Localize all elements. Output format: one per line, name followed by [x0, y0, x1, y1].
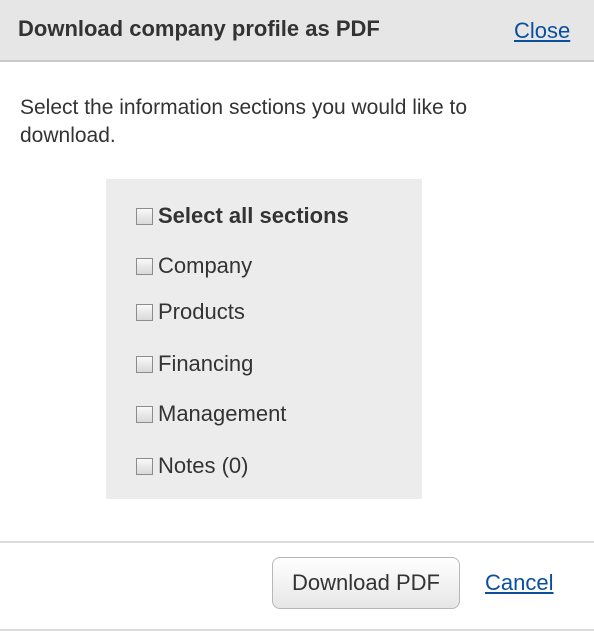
- bottom-divider: [0, 629, 594, 631]
- company-section-option[interactable]: Company: [136, 253, 252, 279]
- products-section-option[interactable]: Products: [136, 299, 245, 325]
- dialog-header: Download company profile as PDF Close: [0, 0, 594, 62]
- financing-section-option[interactable]: Financing: [136, 351, 253, 377]
- financing-section-label: Financing: [158, 351, 254, 376]
- cancel-link[interactable]: Cancel: [485, 570, 553, 596]
- management-section-option[interactable]: Management: [136, 401, 286, 427]
- checkbox-icon[interactable]: [136, 405, 153, 423]
- select-all-sections-label: Select all sections: [158, 203, 349, 228]
- section-selection-panel: Select all sections Company Products Fin…: [106, 179, 422, 499]
- management-section-label: Management: [158, 401, 287, 426]
- instruction-text: Select the information sections you woul…: [20, 96, 468, 147]
- products-section-label: Products: [158, 299, 245, 324]
- close-link[interactable]: Close: [514, 18, 570, 44]
- notes-section-label: Notes (0): [158, 453, 249, 478]
- select-all-sections-option[interactable]: Select all sections: [136, 203, 349, 229]
- checkbox-icon[interactable]: [136, 207, 153, 225]
- checkbox-icon[interactable]: [136, 355, 153, 373]
- footer-divider: [0, 541, 594, 543]
- download-pdf-dialog: Download company profile as PDF Close Se…: [0, 0, 594, 632]
- dialog-title: Download company profile as PDF: [18, 16, 380, 41]
- company-section-label: Company: [158, 253, 253, 278]
- checkbox-icon[interactable]: [136, 303, 153, 321]
- checkbox-icon[interactable]: [136, 257, 153, 275]
- checkbox-icon[interactable]: [136, 457, 153, 475]
- download-pdf-button[interactable]: Download PDF: [272, 557, 460, 609]
- notes-section-option[interactable]: Notes (0): [136, 453, 248, 479]
